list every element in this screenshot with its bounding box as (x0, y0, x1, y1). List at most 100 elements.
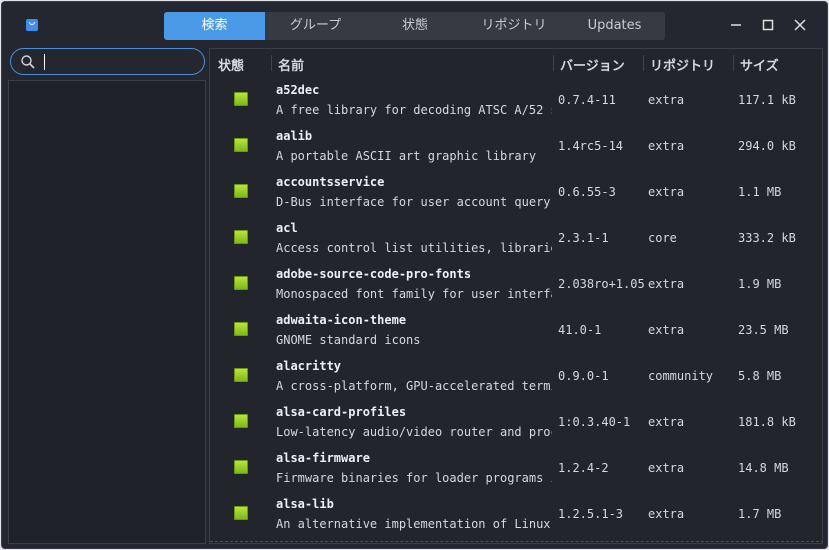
minimize-icon (731, 24, 741, 26)
maximize-button[interactable] (758, 15, 778, 35)
sidebar (6, 48, 206, 544)
maximize-icon (762, 19, 774, 31)
package-repository: extra (648, 323, 685, 337)
package-name: adwaita-icon-theme (276, 313, 407, 327)
table-row[interactable]: adobe-source-code-pro-fonts Monospaced f… (210, 261, 822, 307)
package-version: 1:0.3.40-1 (558, 415, 631, 429)
installed-status-icon (234, 506, 248, 520)
package-name: alsa-firmware (276, 451, 370, 465)
package-version: 2.038ro+1.058it+1. (558, 277, 644, 291)
table-row[interactable]: acl Access control list utilities, libra… (210, 215, 822, 261)
installed-status-icon (234, 276, 248, 290)
package-description: An alternative implementation of Linux s… (276, 517, 552, 531)
column-divider[interactable] (733, 55, 734, 71)
minimize-button[interactable] (726, 15, 746, 35)
search-input[interactable] (41, 53, 191, 71)
column-header-name[interactable]: 名前 (278, 55, 304, 74)
package-name: acl (276, 221, 298, 235)
close-button[interactable] (790, 15, 810, 35)
package-description: D-Bus interface for user account query a… (276, 195, 552, 209)
package-version: 0.6.55-3 (558, 185, 616, 199)
installed-status-icon (234, 184, 248, 198)
text-cursor (44, 54, 45, 70)
table-bottom-edge (210, 541, 822, 542)
table-row[interactable]: alacritty A cross-platform, GPU-accelera… (210, 353, 822, 399)
package-repository: extra (648, 277, 685, 291)
title-bar: 検索 グループ 状態 リポジトリ Updates (2, 2, 827, 48)
package-size: 1.7 MB (738, 507, 782, 521)
package-version: 1.4rc5-14 (558, 139, 624, 153)
package-version: 1.2.5.1-3 (558, 507, 624, 521)
package-repository: community (648, 369, 714, 383)
tab-status[interactable]: 状態 (366, 12, 464, 40)
package-description: GNOME standard icons (276, 333, 421, 347)
package-repository: extra (648, 461, 685, 475)
column-divider[interactable] (271, 55, 272, 71)
column-header-version[interactable]: バージョン (560, 55, 625, 74)
package-table: 状態 名前 バージョン リポジトリ サイズ a52dec A free libr… (209, 48, 823, 544)
installed-status-icon (234, 368, 248, 382)
package-version: 1.2.4-2 (558, 461, 609, 475)
table-row[interactable]: accountsservice D-Bus interface for user… (210, 169, 822, 215)
package-repository: extra (648, 185, 685, 199)
table-row[interactable]: adwaita-icon-theme GNOME standard icons … (210, 307, 822, 353)
package-size: 5.8 MB (738, 369, 782, 383)
package-name: a52dec (276, 83, 320, 97)
tab-updates[interactable]: Updates (564, 12, 665, 40)
installed-status-icon (234, 138, 248, 152)
package-repository: extra (648, 507, 685, 521)
package-name: aalib (276, 129, 313, 143)
package-description: A cross-platform, GPU-accelerated termin… (276, 379, 552, 393)
table-row[interactable]: alsa-lib An alternative implementation o… (210, 491, 822, 537)
package-description: Access control list utilities, libraries… (276, 241, 552, 255)
package-repository: extra (648, 93, 685, 107)
package-repository: extra (648, 139, 685, 153)
package-size: 181.8 kB (738, 415, 796, 429)
installed-status-icon (234, 322, 248, 336)
package-size: 1.1 MB (738, 185, 782, 199)
installed-status-icon (234, 230, 248, 244)
package-description: Low-latency audio/video router and proce… (276, 425, 552, 439)
package-name: accountsservice (276, 175, 385, 189)
package-size: 333.2 kB (738, 231, 796, 245)
package-description: Monospaced font family for user interfac… (276, 287, 552, 301)
tab-repositories[interactable]: リポジトリ (464, 12, 564, 40)
column-divider[interactable] (643, 55, 644, 71)
package-version: 0.7.4-11 (558, 93, 616, 107)
package-description: Firmware binaries for loader programs in… (276, 471, 552, 485)
close-icon (794, 19, 806, 31)
filter-list[interactable] (8, 80, 206, 544)
package-name: adobe-source-code-pro-fonts (276, 267, 472, 281)
installed-status-icon (234, 414, 248, 428)
shopping-bag-icon (26, 19, 38, 31)
column-divider[interactable] (553, 55, 554, 71)
table-row[interactable]: alsa-firmware Firmware binaries for load… (210, 445, 822, 491)
tab-groups[interactable]: グループ (265, 12, 366, 40)
package-name: alacritty (276, 359, 342, 373)
package-name: alsa-lib (276, 497, 334, 511)
column-header-repository[interactable]: リポジトリ (650, 55, 715, 74)
tab-search[interactable]: 検索 (164, 12, 265, 40)
package-repository: core (648, 231, 677, 245)
installed-status-icon (234, 92, 248, 106)
package-size: 1.9 MB (738, 277, 782, 291)
search-icon (21, 55, 35, 69)
package-version: 2.3.1-1 (558, 231, 609, 245)
package-description: A free library for decoding ATSC A/52 st… (276, 103, 552, 117)
table-row[interactable]: a52dec A free library for decoding ATSC … (210, 77, 822, 123)
package-size: 117.1 kB (738, 93, 796, 107)
package-version: 0.9.0-1 (558, 369, 609, 383)
table-header: 状態 名前 バージョン リポジトリ サイズ (210, 49, 822, 77)
table-row[interactable]: alsa-card-profiles Low-latency audio/vid… (210, 399, 822, 445)
view-tabs: 検索 グループ 状態 リポジトリ Updates (164, 12, 665, 40)
package-size: 23.5 MB (738, 323, 789, 337)
app-window: 検索 グループ 状態 リポジトリ Updates 状態 名前 バージョン リポジ… (1, 1, 828, 549)
installed-status-icon (234, 460, 248, 474)
package-repository: extra (648, 415, 685, 429)
package-size: 294.0 kB (738, 139, 796, 153)
table-row[interactable]: aalib A portable ASCII art graphic libra… (210, 123, 822, 169)
column-header-status[interactable]: 状態 (218, 55, 244, 74)
column-header-size[interactable]: サイズ (740, 55, 779, 74)
search-box[interactable] (10, 48, 205, 75)
package-version: 41.0-1 (558, 323, 602, 337)
